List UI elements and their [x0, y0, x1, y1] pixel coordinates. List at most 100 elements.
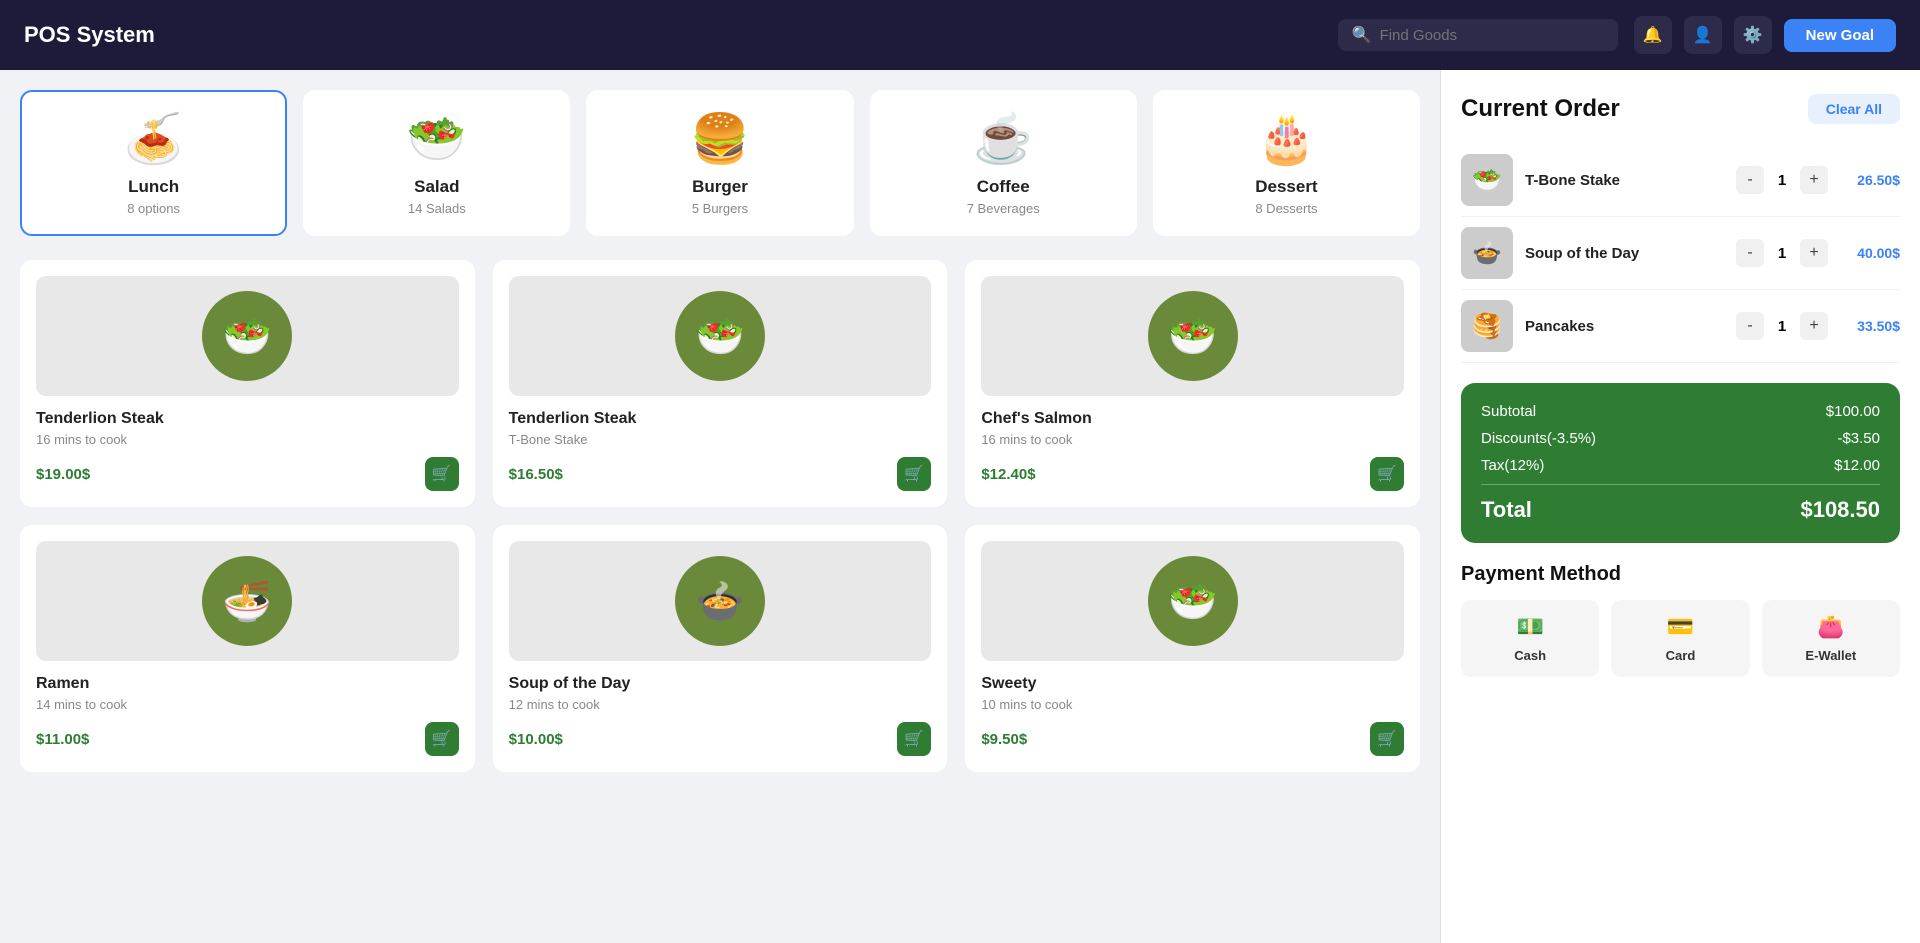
- food-image-3: 🍜: [202, 556, 292, 646]
- search-icon: 🔍: [1352, 25, 1372, 45]
- food-image-wrap-0: 🥗: [36, 276, 459, 396]
- subtotal-row: Subtotal $100.00: [1481, 403, 1880, 420]
- order-item-2: 🥞 Pancakes - 1 + 33.50$: [1461, 290, 1900, 363]
- search-bar[interactable]: 🔍: [1338, 19, 1618, 51]
- bell-icon: 🔔: [1643, 25, 1663, 45]
- category-sub-salad: 14 Salads: [321, 201, 552, 216]
- food-footer-1: $16.50$ 🛒: [509, 457, 932, 491]
- food-price-5: $9.50$: [981, 731, 1027, 748]
- food-sub-1: T-Bone Stake: [509, 432, 932, 447]
- add-to-cart-button-5[interactable]: 🛒: [1370, 722, 1404, 756]
- food-price-2: $12.40$: [981, 466, 1035, 483]
- category-icon-burger: 🍔: [604, 110, 835, 167]
- payment-label-0: Cash: [1514, 648, 1546, 663]
- food-image-wrap-5: 🥗: [981, 541, 1404, 661]
- food-card-0[interactable]: 🥗 Tenderlion Steak 16 mins to cook $19.0…: [20, 260, 475, 507]
- food-sub-5: 10 mins to cook: [981, 697, 1404, 712]
- category-icon-salad: 🥗: [321, 110, 552, 167]
- food-card-1[interactable]: 🥗 Tenderlion Steak T-Bone Stake $16.50$ …: [493, 260, 948, 507]
- discount-row: Discounts(-3.5%) -$3.50: [1481, 430, 1880, 447]
- notification-button[interactable]: 🔔: [1634, 16, 1672, 54]
- settings-button[interactable]: ⚙️: [1734, 16, 1772, 54]
- qty-decrease-button-1[interactable]: -: [1736, 239, 1764, 267]
- category-card-coffee[interactable]: ☕ Coffee 7 Beverages: [870, 90, 1137, 236]
- cart-icon-0: 🛒: [432, 464, 452, 484]
- food-card-3[interactable]: 🍜 Ramen 14 mins to cook $11.00$ 🛒: [20, 525, 475, 772]
- food-sub-3: 14 mins to cook: [36, 697, 459, 712]
- discount-label: Discounts(-3.5%): [1481, 430, 1596, 447]
- food-image-5: 🥗: [1148, 556, 1238, 646]
- qty-increase-button-2[interactable]: +: [1800, 312, 1828, 340]
- summary-box: Subtotal $100.00 Discounts(-3.5%) -$3.50…: [1461, 383, 1900, 543]
- category-name-burger: Burger: [604, 177, 835, 197]
- food-card-4[interactable]: 🍲 Soup of the Day 12 mins to cook $10.00…: [493, 525, 948, 772]
- payment-label-2: E-Wallet: [1805, 648, 1856, 663]
- category-card-salad[interactable]: 🥗 Salad 14 Salads: [303, 90, 570, 236]
- tax-row: Tax(12%) $12.00: [1481, 457, 1880, 474]
- food-image-wrap-4: 🍲: [509, 541, 932, 661]
- add-to-cart-button-0[interactable]: 🛒: [425, 457, 459, 491]
- qty-number-0: 1: [1772, 172, 1792, 189]
- food-name-4: Soup of the Day: [509, 675, 932, 693]
- qty-decrease-button-2[interactable]: -: [1736, 312, 1764, 340]
- add-to-cart-button-3[interactable]: 🛒: [425, 722, 459, 756]
- food-name-0: Tenderlion Steak: [36, 410, 459, 428]
- header: POS System 🔍 🔔 👤 ⚙️ New Goal: [0, 0, 1920, 70]
- category-card-burger[interactable]: 🍔 Burger 5 Burgers: [586, 90, 853, 236]
- order-header: Current Order Clear All: [1461, 94, 1900, 124]
- order-item-name-1: Soup of the Day: [1525, 245, 1724, 262]
- qty-controls-0: - 1 +: [1736, 166, 1828, 194]
- add-to-cart-button-1[interactable]: 🛒: [897, 457, 931, 491]
- qty-number-2: 1: [1772, 318, 1792, 335]
- category-card-lunch[interactable]: 🍝 Lunch 8 options: [20, 90, 287, 236]
- category-name-lunch: Lunch: [38, 177, 269, 197]
- food-name-3: Ramen: [36, 675, 459, 693]
- payment-methods: 💵 Cash 💳 Card 👛 E-Wallet: [1461, 600, 1900, 677]
- qty-decrease-button-0[interactable]: -: [1736, 166, 1764, 194]
- gear-icon: ⚙️: [1743, 25, 1763, 45]
- food-footer-2: $12.40$ 🛒: [981, 457, 1404, 491]
- right-panel: Current Order Clear All 🥗 T-Bone Stake -…: [1440, 70, 1920, 943]
- food-price-3: $11.00$: [36, 731, 89, 748]
- food-card-5[interactable]: 🥗 Sweety 10 mins to cook $9.50$ 🛒: [965, 525, 1420, 772]
- order-item-name-2: Pancakes: [1525, 318, 1724, 335]
- cart-icon-3: 🛒: [432, 729, 452, 749]
- qty-increase-button-1[interactable]: +: [1800, 239, 1828, 267]
- search-input[interactable]: [1380, 27, 1604, 44]
- header-icons: 🔔 👤 ⚙️ New Goal: [1634, 16, 1896, 54]
- new-goal-button[interactable]: New Goal: [1784, 19, 1896, 52]
- order-items: 🥗 T-Bone Stake - 1 + 26.50$ 🍲 Soup of th…: [1461, 144, 1900, 363]
- left-panel: 🍝 Lunch 8 options 🥗 Salad 14 Salads 🍔 Bu…: [0, 70, 1440, 943]
- add-to-cart-button-4[interactable]: 🛒: [897, 722, 931, 756]
- user-button[interactable]: 👤: [1684, 16, 1722, 54]
- category-sub-burger: 5 Burgers: [604, 201, 835, 216]
- subtotal-label: Subtotal: [1481, 403, 1536, 420]
- payment-method-cash[interactable]: 💵 Cash: [1461, 600, 1599, 677]
- payment-method-card[interactable]: 💳 Card: [1611, 600, 1749, 677]
- cart-icon-4: 🛒: [904, 729, 924, 749]
- total-row: Total $108.50: [1481, 484, 1880, 523]
- total-label: Total: [1481, 497, 1532, 523]
- category-card-dessert[interactable]: 🎂 Dessert 8 Desserts: [1153, 90, 1420, 236]
- category-icon-coffee: ☕: [888, 110, 1119, 167]
- category-sub-lunch: 8 options: [38, 201, 269, 216]
- qty-increase-button-0[interactable]: +: [1800, 166, 1828, 194]
- food-name-1: Tenderlion Steak: [509, 410, 932, 428]
- total-value: $108.50: [1800, 497, 1880, 523]
- qty-controls-2: - 1 +: [1736, 312, 1828, 340]
- clear-all-button[interactable]: Clear All: [1808, 94, 1900, 124]
- order-item-1: 🍲 Soup of the Day - 1 + 40.00$: [1461, 217, 1900, 290]
- add-to-cart-button-2[interactable]: 🛒: [1370, 457, 1404, 491]
- food-price-4: $10.00$: [509, 731, 563, 748]
- food-footer-4: $10.00$ 🛒: [509, 722, 932, 756]
- category-name-coffee: Coffee: [888, 177, 1119, 197]
- payment-method-e-wallet[interactable]: 👛 E-Wallet: [1762, 600, 1900, 677]
- order-item-price-2: 33.50$: [1840, 318, 1900, 334]
- order-item-image-2: 🥞: [1461, 300, 1513, 352]
- subtotal-value: $100.00: [1826, 403, 1880, 420]
- order-item-image-0: 🥗: [1461, 154, 1513, 206]
- food-card-2[interactable]: 🥗 Chef's Salmon 16 mins to cook $12.40$ …: [965, 260, 1420, 507]
- main-content: 🍝 Lunch 8 options 🥗 Salad 14 Salads 🍔 Bu…: [0, 70, 1920, 943]
- cart-icon-1: 🛒: [904, 464, 924, 484]
- food-image-0: 🥗: [202, 291, 292, 381]
